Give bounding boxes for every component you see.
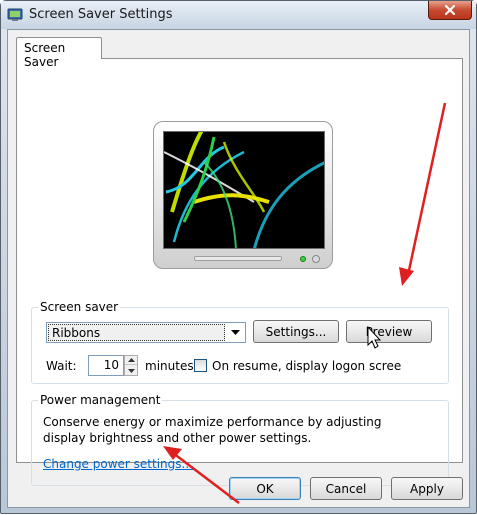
monitor-bezel-slot: [194, 256, 282, 261]
screen-saver-selected-value: Ribbons: [48, 324, 225, 341]
close-icon: [443, 4, 457, 16]
change-power-settings-link[interactable]: Change power settings...: [43, 457, 193, 471]
on-resume-checkbox[interactable]: [194, 359, 207, 372]
minutes-label: minutes: [145, 359, 194, 373]
stepper-down-icon[interactable]: [125, 366, 137, 375]
power-management-description: Conserve energy or maximize performance …: [43, 415, 382, 445]
on-resume-label[interactable]: On resume, display logon scree: [212, 359, 401, 373]
window-title: Screen Saver Settings: [29, 7, 173, 22]
close-button[interactable]: [428, 1, 472, 20]
settings-button[interactable]: Settings...: [253, 320, 339, 343]
screen-saver-select[interactable]: Ribbons: [46, 322, 246, 343]
screensaver-app-icon: [7, 7, 23, 23]
apply-button[interactable]: Apply: [391, 477, 463, 500]
screen-saver-settings-window: Screen Saver Settings Screen Saver Scree…: [0, 0, 477, 514]
dialog-client-area: Screen Saver Screen saver Ribbons Settin…: [7, 29, 470, 508]
wait-minutes-stepper[interactable]: [124, 355, 138, 376]
tab-screen-saver[interactable]: Screen Saver: [16, 37, 102, 69]
wait-label: Wait:: [46, 359, 77, 373]
preview-button[interactable]: Preview: [346, 320, 432, 343]
screen-saver-group: Screen saver Ribbons Settings... Preview…: [31, 300, 449, 384]
ok-button[interactable]: OK: [229, 477, 301, 500]
chevron-down-icon: [226, 324, 244, 341]
cancel-button[interactable]: Cancel: [310, 477, 382, 500]
title-bar[interactable]: Screen Saver Settings: [1, 1, 476, 29]
screensaver-preview-screen: [163, 131, 325, 249]
wait-minutes-input[interactable]: 10: [88, 355, 124, 376]
screen-saver-tab-panel: Screen saver Ribbons Settings... Preview…: [16, 58, 463, 486]
power-management-group: Power management Conserve energy or maxi…: [31, 393, 449, 486]
screen-saver-group-label: Screen saver: [38, 300, 121, 314]
monitor-preview: [153, 121, 333, 269]
power-management-group-label: Power management: [38, 393, 163, 407]
monitor-power-button: [312, 255, 320, 263]
stepper-up-icon[interactable]: [125, 356, 137, 365]
monitor-power-light: [300, 256, 306, 262]
